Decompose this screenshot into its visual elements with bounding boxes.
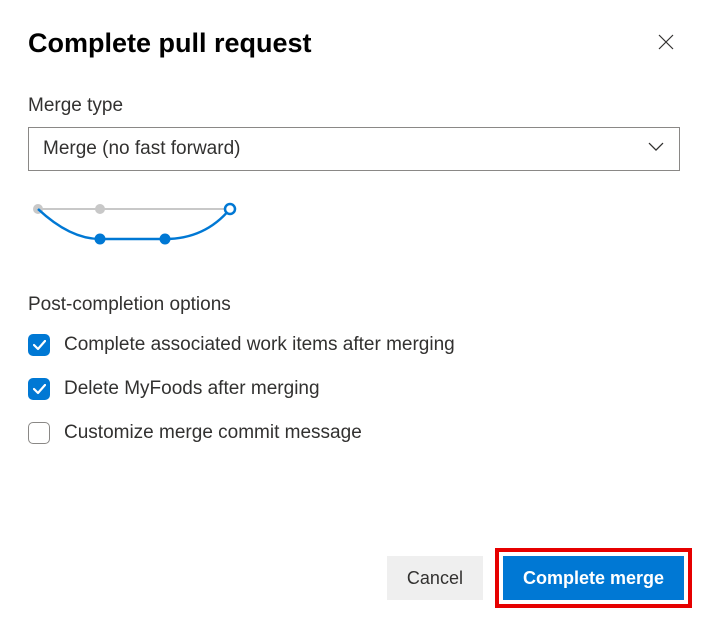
- dialog-title: Complete pull request: [28, 28, 312, 59]
- option-label: Customize merge commit message: [64, 422, 362, 444]
- close-button[interactable]: [652, 28, 680, 59]
- cancel-button[interactable]: Cancel: [387, 556, 483, 600]
- checkbox-customize-message[interactable]: [28, 422, 50, 444]
- checkmark-icon: [33, 340, 46, 351]
- dialog-footer: Cancel Complete merge: [387, 548, 692, 608]
- merge-type-label: Merge type: [28, 95, 680, 117]
- checkbox-complete-work-items[interactable]: [28, 334, 50, 356]
- merge-type-select[interactable]: Merge (no fast forward): [28, 127, 680, 171]
- option-customize-message: Customize merge commit message: [28, 422, 680, 444]
- option-complete-work-items: Complete associated work items after mer…: [28, 334, 680, 356]
- post-options-label: Post-completion options: [28, 294, 680, 316]
- option-label: Delete MyFoods after merging: [64, 378, 320, 400]
- close-icon: [658, 34, 674, 54]
- highlight-annotation: Complete merge: [495, 548, 692, 608]
- checkbox-delete-branch[interactable]: [28, 378, 50, 400]
- checkmark-icon: [33, 384, 46, 395]
- complete-merge-button[interactable]: Complete merge: [503, 556, 684, 600]
- option-label: Complete associated work items after mer…: [64, 334, 455, 356]
- merge-diagram: [28, 199, 680, 254]
- option-delete-branch: Delete MyFoods after merging: [28, 378, 680, 400]
